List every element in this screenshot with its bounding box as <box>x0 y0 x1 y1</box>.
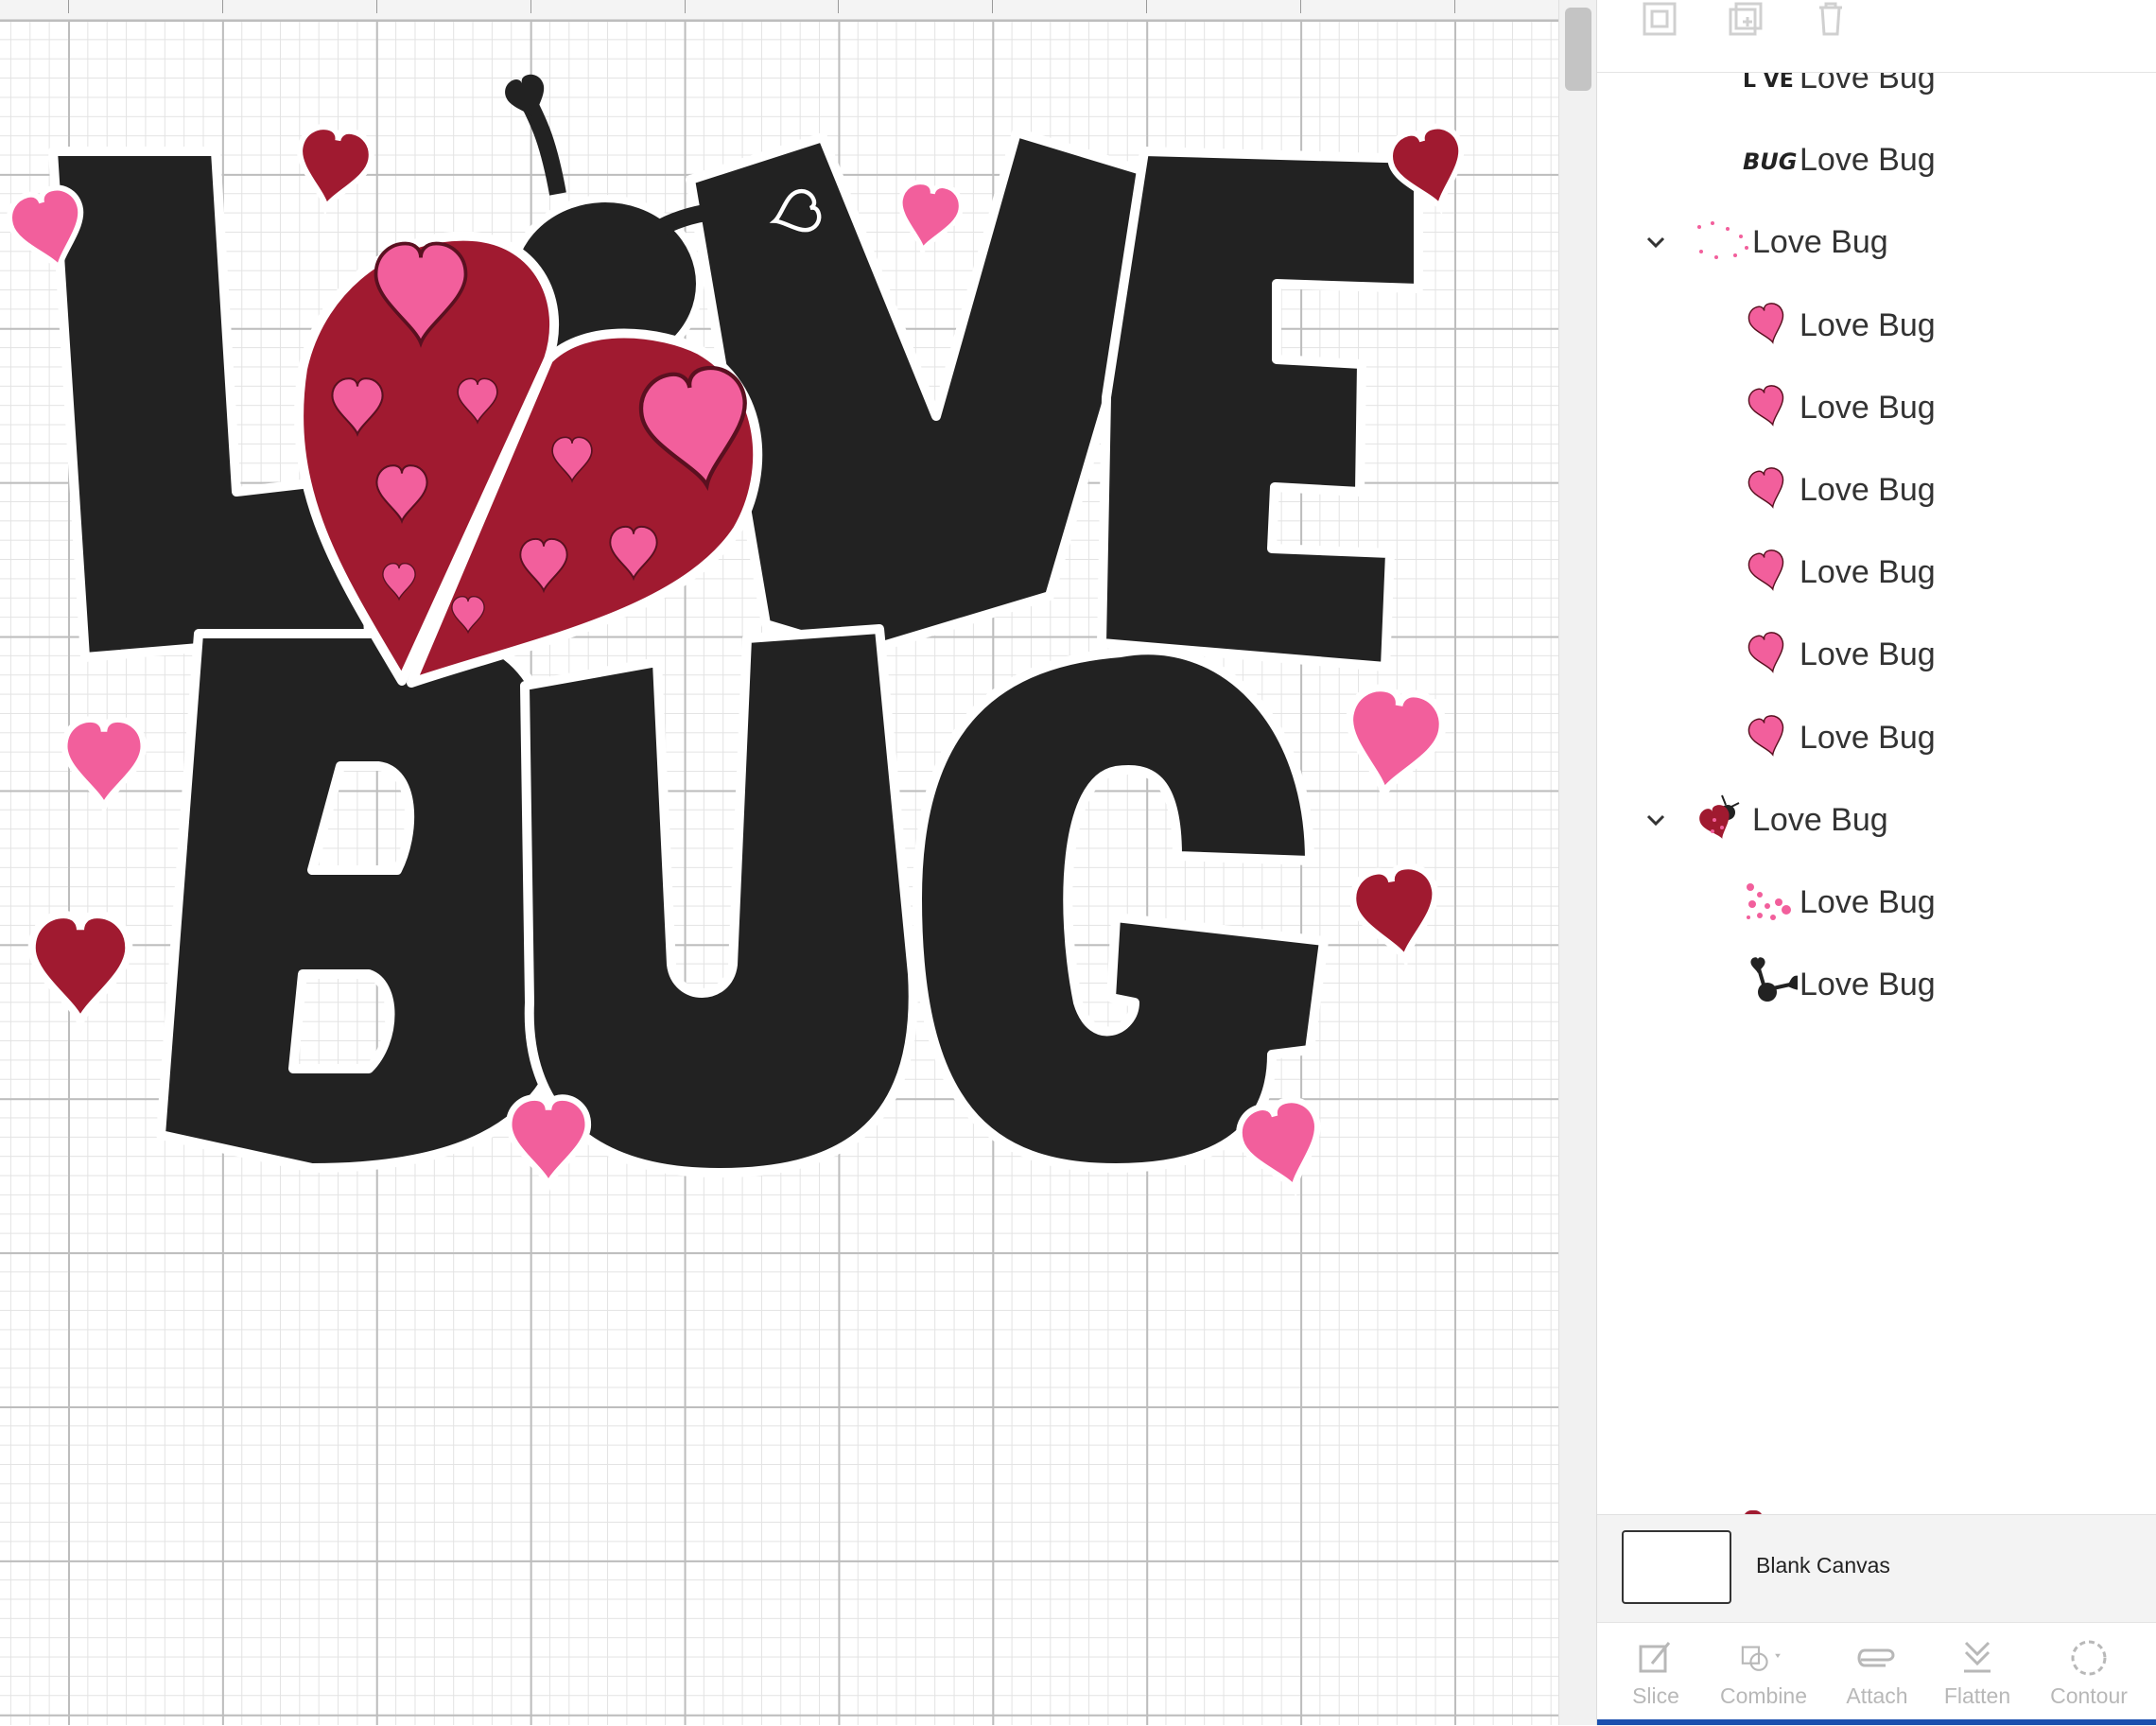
chevron-down-icon[interactable] <box>1637 223 1675 261</box>
layer-label: Love Bug <box>1800 636 1936 673</box>
love-bug-design[interactable] <box>0 0 1558 1725</box>
chevron-down-icon[interactable] <box>1637 801 1675 839</box>
canvas-scroll-thumb[interactable] <box>1565 8 1591 91</box>
layer-label: Love Bug <box>1800 884 1936 920</box>
contour-button[interactable]: Contour <box>2042 1623 2136 1723</box>
layer-label: Love Bug <box>1800 73 1936 96</box>
blank-canvas-row[interactable]: Blank Canvas <box>1597 1515 2156 1621</box>
delete-icon[interactable] <box>1807 0 1854 38</box>
layer-label: Love Bug <box>1800 389 1936 426</box>
slice-icon <box>1632 1634 1679 1682</box>
love-letters-thumbnail-icon: L VE <box>1741 73 1798 106</box>
pink-heart-thumbnail-icon <box>1741 544 1798 601</box>
layer-label: Love Bug <box>1800 719 1936 756</box>
layer-label: Love Bug <box>1800 967 1936 1003</box>
pink-heart-thumbnail-icon <box>1741 462 1798 518</box>
combine-button[interactable]: Combine <box>1716 1623 1811 1723</box>
tool-label: Slice <box>1632 1683 1679 1708</box>
layer-label: Love Bug <box>1752 224 1888 261</box>
design-canvas[interactable] <box>0 0 1596 1725</box>
layer-label: Love Bug <box>1800 306 1936 343</box>
layer-list[interactable]: L VE Love Bug BUG Love Bug Love Bug Love Bug L… <box>1597 73 2156 1514</box>
pink-heart-thumbnail-icon <box>1741 379 1798 436</box>
letter-b <box>156 629 576 1173</box>
letter-g <box>913 645 1329 1173</box>
layer-label: Love Bug <box>1752 801 1888 838</box>
layers-bottom-section: Blank Canvas Slice Combine Attach Flatten Co… <box>1597 1514 2156 1726</box>
layer-label: Love Bug <box>1800 472 1936 508</box>
canvas-scrollbar[interactable] <box>1558 0 1596 1725</box>
layers-top-toolbar <box>1597 0 2156 73</box>
attach-icon <box>1853 1634 1901 1682</box>
bottom-accent-bar <box>1597 1719 2156 1725</box>
pink-dots-thumbnail-icon <box>1741 874 1798 931</box>
layer-row[interactable]: Love Bug <box>1597 933 2156 1037</box>
pink-heart-thumbnail-icon <box>1741 626 1798 683</box>
pink-heart-thumbnail-icon <box>1741 297 1798 354</box>
slice-button[interactable]: Slice <box>1608 1623 1703 1723</box>
antenna-thumbnail-icon <box>1741 956 1798 1013</box>
contour-icon <box>2065 1634 2113 1682</box>
attach-button[interactable]: Attach <box>1830 1623 1924 1723</box>
tool-label: Flatten <box>1943 1683 2011 1708</box>
combine-icon <box>1740 1634 1787 1682</box>
pink-heart-thumbnail-icon <box>1741 709 1798 766</box>
group-icon[interactable] <box>1636 0 1683 38</box>
duplicate-icon[interactable] <box>1722 0 1769 38</box>
bug-letters[interactable] <box>156 624 1329 1177</box>
blank-canvas-label: Blank Canvas <box>1756 1553 1890 1578</box>
dots-group-thumbnail-icon <box>1694 214 1750 270</box>
tool-label: Combine <box>1719 1683 1808 1708</box>
letter-e <box>1097 147 1423 671</box>
letter-u <box>520 624 918 1177</box>
tool-label: Contour <box>2050 1683 2128 1708</box>
layer-label: Love Bug <box>1800 142 1936 179</box>
ladybug-thumbnail-icon <box>1694 792 1750 848</box>
bug-letters-thumbnail-icon: BUG <box>1741 131 1798 188</box>
tool-label: Attach <box>1846 1683 1908 1708</box>
layers-panel: L VE Love Bug BUG Love Bug Love Bug Love Bug L… <box>1596 0 2156 1726</box>
layer-actions-toolbar: Slice Combine Attach Flatten Contour <box>1597 1622 2156 1723</box>
layer-label: Love Bug <box>1800 554 1936 591</box>
flatten-icon <box>1954 1634 2001 1682</box>
svg-text:L VE: L VE <box>1743 73 1794 93</box>
blank-canvas-swatch[interactable] <box>1622 1530 1731 1604</box>
flatten-button[interactable]: Flatten <box>1930 1623 2025 1723</box>
svg-text:BUG: BUG <box>1743 148 1797 175</box>
